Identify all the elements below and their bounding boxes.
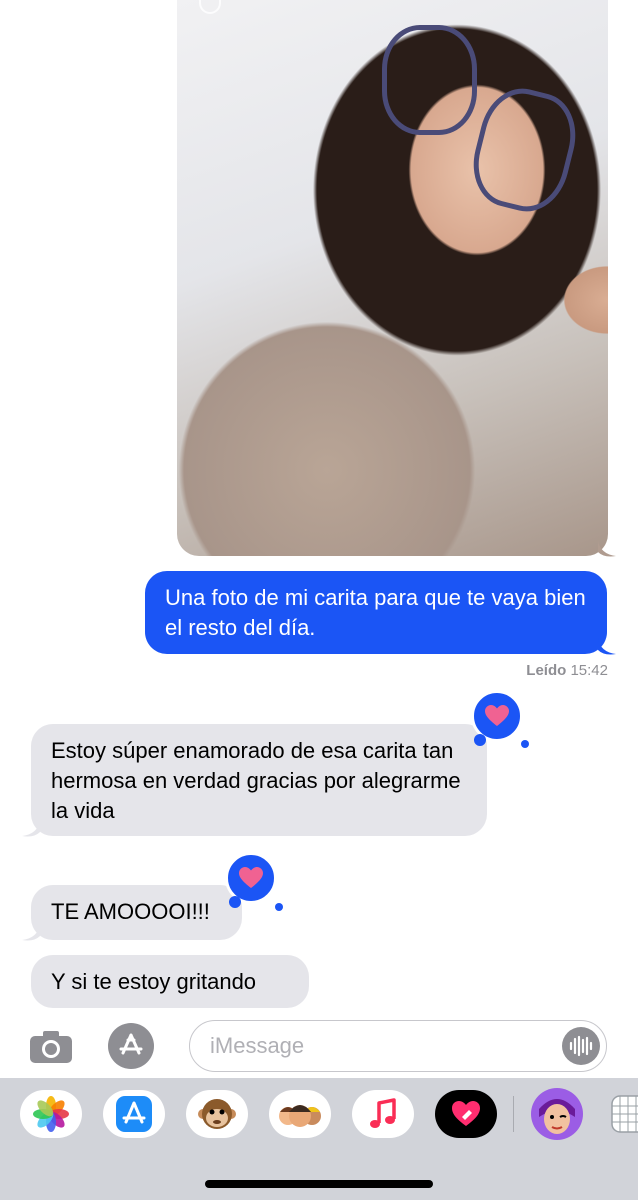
received-message-text: Y si te estoy gritando	[51, 969, 257, 994]
camera-button[interactable]	[28, 1024, 74, 1070]
animoji-app-button[interactable]	[186, 1090, 248, 1138]
audio-message-button[interactable]	[562, 1027, 600, 1065]
read-label: Leído	[526, 662, 567, 679]
photos-icon	[33, 1096, 69, 1132]
sent-bubble-tail	[598, 638, 616, 655]
tapback-bubble-dot	[229, 896, 241, 908]
more-apps-icon	[611, 1095, 638, 1133]
received-bubble-tail	[22, 924, 40, 941]
animoji-icon	[198, 1099, 236, 1129]
received-message-bubble[interactable]: TE AMOOOOI!!!	[31, 885, 242, 940]
photo-detail	[463, 80, 586, 220]
read-time: 15:42	[570, 662, 608, 679]
memoji-stickers-icon	[279, 1105, 321, 1127]
memoji-app-button[interactable]	[526, 1088, 588, 1140]
memoji-stickers-app-button[interactable]	[269, 1090, 331, 1138]
composer-bar	[0, 1015, 638, 1077]
photo-tail	[598, 540, 616, 557]
received-message-text: TE AMOOOOI!!!	[51, 899, 210, 924]
appstore-icon	[119, 1033, 143, 1055]
tapback-bubble-dot	[275, 903, 283, 911]
music-app-button[interactable]	[352, 1090, 414, 1138]
photos-app-button[interactable]	[20, 1090, 82, 1138]
tapback-bubble-dot	[521, 740, 529, 748]
more-apps-button[interactable]	[610, 1090, 638, 1138]
appstore-button[interactable]	[108, 1023, 154, 1069]
message-input-box[interactable]	[189, 1020, 607, 1072]
received-message-bubble[interactable]: Estoy súper enamorado de esa carita tan …	[31, 724, 487, 836]
waveform-icon	[569, 1035, 593, 1057]
tapback-bubble-dot	[474, 734, 486, 746]
home-indicator[interactable]	[205, 1180, 433, 1188]
digital-touch-app-button[interactable]	[435, 1090, 497, 1138]
appstore-app-button[interactable]	[103, 1090, 165, 1138]
music-icon	[370, 1098, 396, 1128]
memoji-icon	[531, 1088, 583, 1140]
appstore-icon	[116, 1096, 152, 1132]
heart-icon	[239, 867, 263, 888]
camera-icon	[30, 1031, 72, 1063]
sent-message-text: Una foto de mi carita para que te vaya b…	[165, 585, 586, 640]
received-message-text: Estoy súper enamorado de esa carita tan …	[51, 738, 461, 823]
photo-detail	[382, 25, 477, 135]
drawer-divider	[513, 1096, 514, 1132]
live-photo-icon	[199, 0, 221, 14]
read-receipt: Leído 15:42	[526, 662, 608, 679]
sent-photo[interactable]	[177, 0, 608, 556]
heart-icon	[485, 705, 509, 726]
received-message-bubble[interactable]: Y si te estoy gritando	[31, 955, 309, 1008]
received-bubble-tail	[22, 820, 40, 837]
message-input[interactable]	[210, 1031, 550, 1061]
sent-message-bubble[interactable]: Una foto de mi carita para que te vaya b…	[145, 571, 607, 654]
digital-touch-icon	[452, 1101, 480, 1126]
